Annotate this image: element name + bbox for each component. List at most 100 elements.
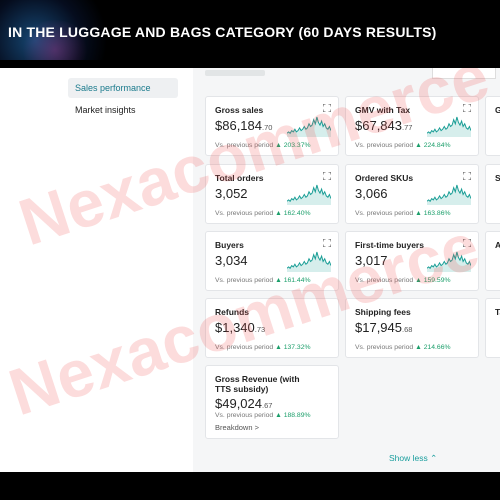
comparison-change: 214.66% [423, 344, 451, 351]
metric-value-cents: .73 [254, 325, 266, 334]
banner-title: IN THE LUGGAGE AND BAGS CATEGORY (60 DAY… [8, 24, 437, 40]
metric-comparison: Vs. previous period ▲ 214.66% [355, 344, 451, 351]
metric-value-main: $67,843 [355, 118, 402, 133]
metric-comparison: Vs. previous period ▲ 162.40% [215, 210, 311, 217]
metric-card-first-time-buyers[interactable]: First-time buyers 3,017 Vs. previous per… [345, 231, 479, 291]
sparkline [427, 251, 471, 272]
metric-comparison: Vs. previous period ▲ 188.89% [215, 412, 311, 419]
metric-value-main: $17,945 [355, 320, 402, 335]
metric-value: 3,017 [355, 253, 388, 268]
metric-title: Total orders [215, 173, 264, 183]
banner: IN THE LUGGAGE AND BAGS CATEGORY (60 DAY… [0, 0, 500, 60]
comparison-change: 203.37% [283, 142, 311, 149]
metric-value-cents: .70 [262, 123, 273, 132]
sparkline [427, 184, 471, 205]
comparison-change: 163.86% [423, 210, 451, 217]
metric-card-buyers[interactable]: Buyers 3,034 Vs. previous period ▲ 161.4… [205, 231, 339, 291]
metric-value: $49,024.67 [215, 396, 272, 411]
comparison-change: 188.89% [283, 412, 311, 419]
comparison-label: Vs. previous period [355, 142, 414, 149]
metric-comparison: Vs. previous period ▲ 137.32% [215, 344, 311, 351]
breakdown-link[interactable]: Breakdown > [215, 423, 259, 432]
comparison-label: Vs. previous period [215, 277, 274, 284]
comparison-change: 137.32% [283, 344, 311, 351]
comparison-change: 161.44% [283, 277, 311, 284]
sparkline-area [287, 252, 331, 272]
metric-title: Buyers [215, 240, 244, 250]
trend-up-icon: ▲ [415, 344, 422, 351]
trend-up-icon: ▲ [275, 210, 282, 217]
metric-title: Refunds [215, 307, 249, 317]
expand-icon[interactable] [463, 104, 471, 112]
trend-up-icon: ▲ [415, 142, 422, 149]
sparkline [287, 184, 331, 205]
sparkline-area [427, 185, 471, 205]
metric-value: 3,066 [355, 186, 388, 201]
comparison-label: Vs. previous period [215, 412, 274, 419]
trend-up-icon: ▲ [275, 344, 282, 351]
metric-card-refunds[interactable]: Refunds $1,340.73 Vs. previous period ▲ … [205, 298, 339, 358]
section-heading-faded [205, 70, 265, 76]
metric-card-total-orders[interactable]: Total orders 3,052 Vs. previous period ▲… [205, 164, 339, 224]
comparison-label: Vs. previous period [215, 142, 274, 149]
expand-icon[interactable] [323, 172, 331, 180]
metric-card-ordered-skus[interactable]: Ordered SKUs 3,066 Vs. previous period ▲… [345, 164, 479, 224]
trend-up-icon: ▲ [275, 277, 282, 284]
metric-title: Ordered SKUs [355, 173, 414, 183]
metric-value: $86,184.70 [215, 118, 272, 133]
trend-up-icon: ▲ [415, 277, 422, 284]
metric-comparison: Vs. previous period ▲ 159.59% [355, 277, 451, 284]
date-range-select[interactable] [432, 68, 496, 79]
metric-card-gross-revenue[interactable]: Gross Revenue (with TTS subsidy) $49,024… [205, 365, 339, 439]
expand-icon[interactable] [463, 239, 471, 247]
metric-value: $17,945.68 [355, 320, 412, 335]
metric-value: $67,843.77 [355, 118, 412, 133]
comparison-label: Vs. previous period [215, 210, 274, 217]
trend-up-icon: ▲ [275, 142, 282, 149]
metric-card-gmv-with-tax[interactable]: GMV with Tax $67,843.77 Vs. previous per… [345, 96, 479, 156]
metric-card-partial[interactable]: Se [485, 164, 500, 224]
metric-value-main: $86,184 [215, 118, 262, 133]
expand-icon[interactable] [323, 239, 331, 247]
metric-title: Shipping fees [355, 307, 411, 317]
metric-comparison: Vs. previous period ▲ 161.44% [215, 277, 311, 284]
sparkline-area [287, 117, 331, 137]
comparison-label: Vs. previous period [355, 344, 414, 351]
sparkline [427, 116, 471, 137]
comparison-label: Vs. previous period [355, 277, 414, 284]
sparkline [287, 251, 331, 272]
metric-value: 3,034 [215, 253, 248, 268]
metric-card-shipping-fees[interactable]: Shipping fees $17,945.68 Vs. previous pe… [345, 298, 479, 358]
metric-title: First-time buyers [355, 240, 424, 250]
comparison-label: Vs. previous period [355, 210, 414, 217]
metric-title: Se [495, 173, 500, 183]
sidebar-item-market-insights[interactable]: Market insights [68, 100, 178, 120]
metric-value-cents: .67 [262, 401, 273, 410]
metric-card-gross-sales[interactable]: Gross sales $86,184.70 Vs. previous peri… [205, 96, 339, 156]
metric-value: 3,052 [215, 186, 248, 201]
metric-value-cents: .68 [402, 325, 413, 334]
metric-title: G [495, 105, 500, 115]
trend-up-icon: ▲ [415, 210, 422, 217]
trend-up-icon: ▲ [275, 412, 282, 419]
metric-title: GMV with Tax [355, 105, 411, 115]
comparison-change: 224.84% [423, 142, 451, 149]
metric-card-partial[interactable]: G [485, 96, 500, 156]
sidebar: Sales performance Market insights [0, 68, 193, 472]
metric-comparison: Vs. previous period ▲ 203.37% [215, 142, 311, 149]
metric-title: Ta [495, 307, 500, 317]
metric-title: Gross sales [215, 105, 264, 115]
dashboard-screen: Sales performance Market insights Gross … [0, 68, 500, 472]
sparkline-area [427, 117, 471, 137]
expand-icon[interactable] [463, 172, 471, 180]
metric-card-partial[interactable]: A [485, 231, 500, 291]
metric-value: $1,340.73 [215, 320, 265, 335]
metric-card-partial[interactable]: Ta [485, 298, 500, 358]
expand-icon[interactable] [323, 104, 331, 112]
comparison-label: Vs. previous period [215, 344, 274, 351]
metric-value-cents: .77 [402, 123, 413, 132]
comparison-change: 162.40% [283, 210, 311, 217]
metric-value-main: $1,340 [215, 320, 255, 335]
sidebar-item-sales-performance[interactable]: Sales performance [68, 78, 178, 98]
show-less-button[interactable]: Show less ⌃ [389, 453, 437, 464]
